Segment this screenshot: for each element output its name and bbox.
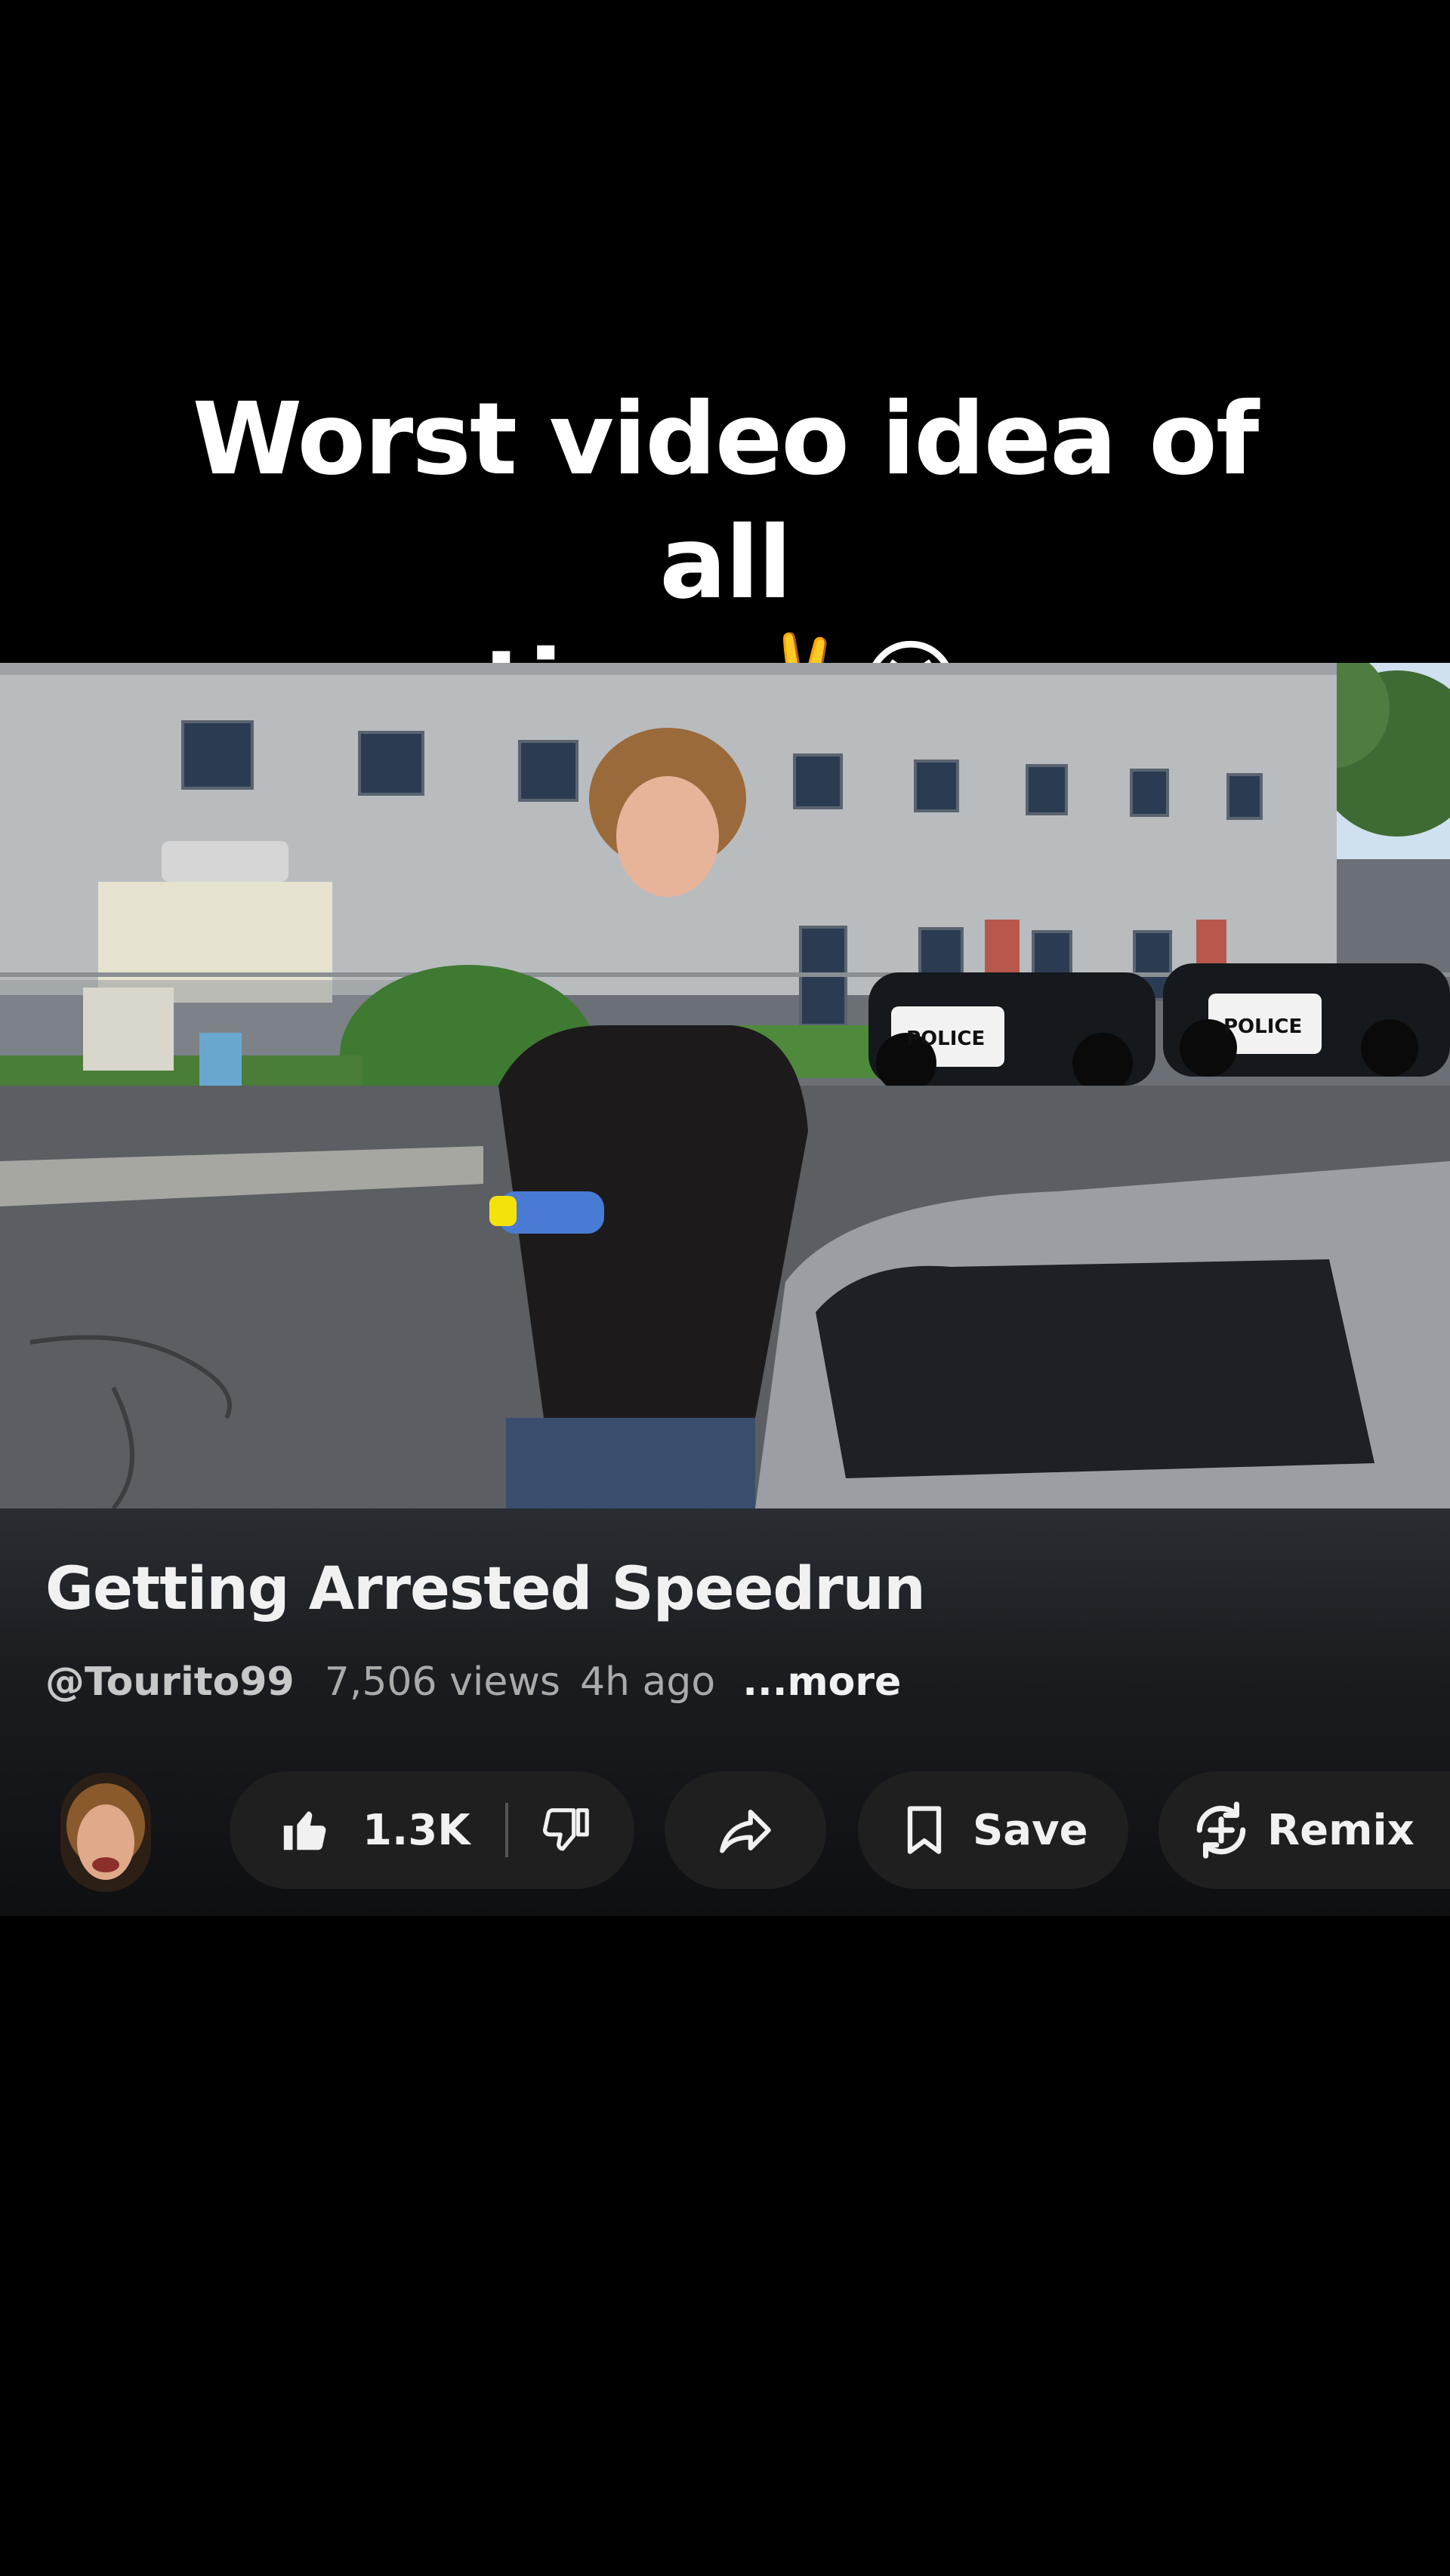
- save-button[interactable]: Save: [858, 1771, 1128, 1889]
- avatar[interactable]: [60, 1773, 151, 1892]
- like-divider: [504, 1803, 508, 1857]
- channel-handle[interactable]: @Tourito99: [45, 1659, 295, 1705]
- police-text-right: POLICE: [1223, 1015, 1302, 1038]
- view-count: 7,506 views: [324, 1659, 560, 1705]
- like-dislike-group: 1.3K: [230, 1771, 634, 1889]
- share-button[interactable]: [665, 1771, 826, 1889]
- police-car-left: POLICE: [868, 972, 1155, 1093]
- dislike-icon[interactable]: [538, 1804, 591, 1857]
- police-car-right: POLICE: [1163, 963, 1450, 1077]
- remix-label: Remix: [1267, 1805, 1415, 1855]
- police-text-left: POLICE: [906, 1028, 985, 1050]
- video-title[interactable]: Getting Arrested Speedrun: [45, 1555, 926, 1623]
- save-bookmark-icon: [896, 1799, 953, 1861]
- like-count[interactable]: 1.3K: [362, 1806, 470, 1855]
- more-link[interactable]: ...more: [742, 1659, 901, 1705]
- remix-icon: [1189, 1798, 1254, 1863]
- video-player[interactable]: POLICE POLICE: [0, 663, 1450, 1508]
- video-meta: @Tourito99 7,506 views 4h ago ...more: [45, 1659, 921, 1705]
- share-icon: [714, 1799, 776, 1861]
- video-frame: POLICE POLICE: [0, 663, 1450, 1508]
- remix-button[interactable]: Remix: [1158, 1771, 1450, 1889]
- like-icon[interactable]: [279, 1804, 332, 1857]
- upload-age: 4h ago: [579, 1659, 716, 1705]
- caption-line-1: Worst video idea of all: [192, 381, 1260, 621]
- save-label: Save: [973, 1805, 1088, 1855]
